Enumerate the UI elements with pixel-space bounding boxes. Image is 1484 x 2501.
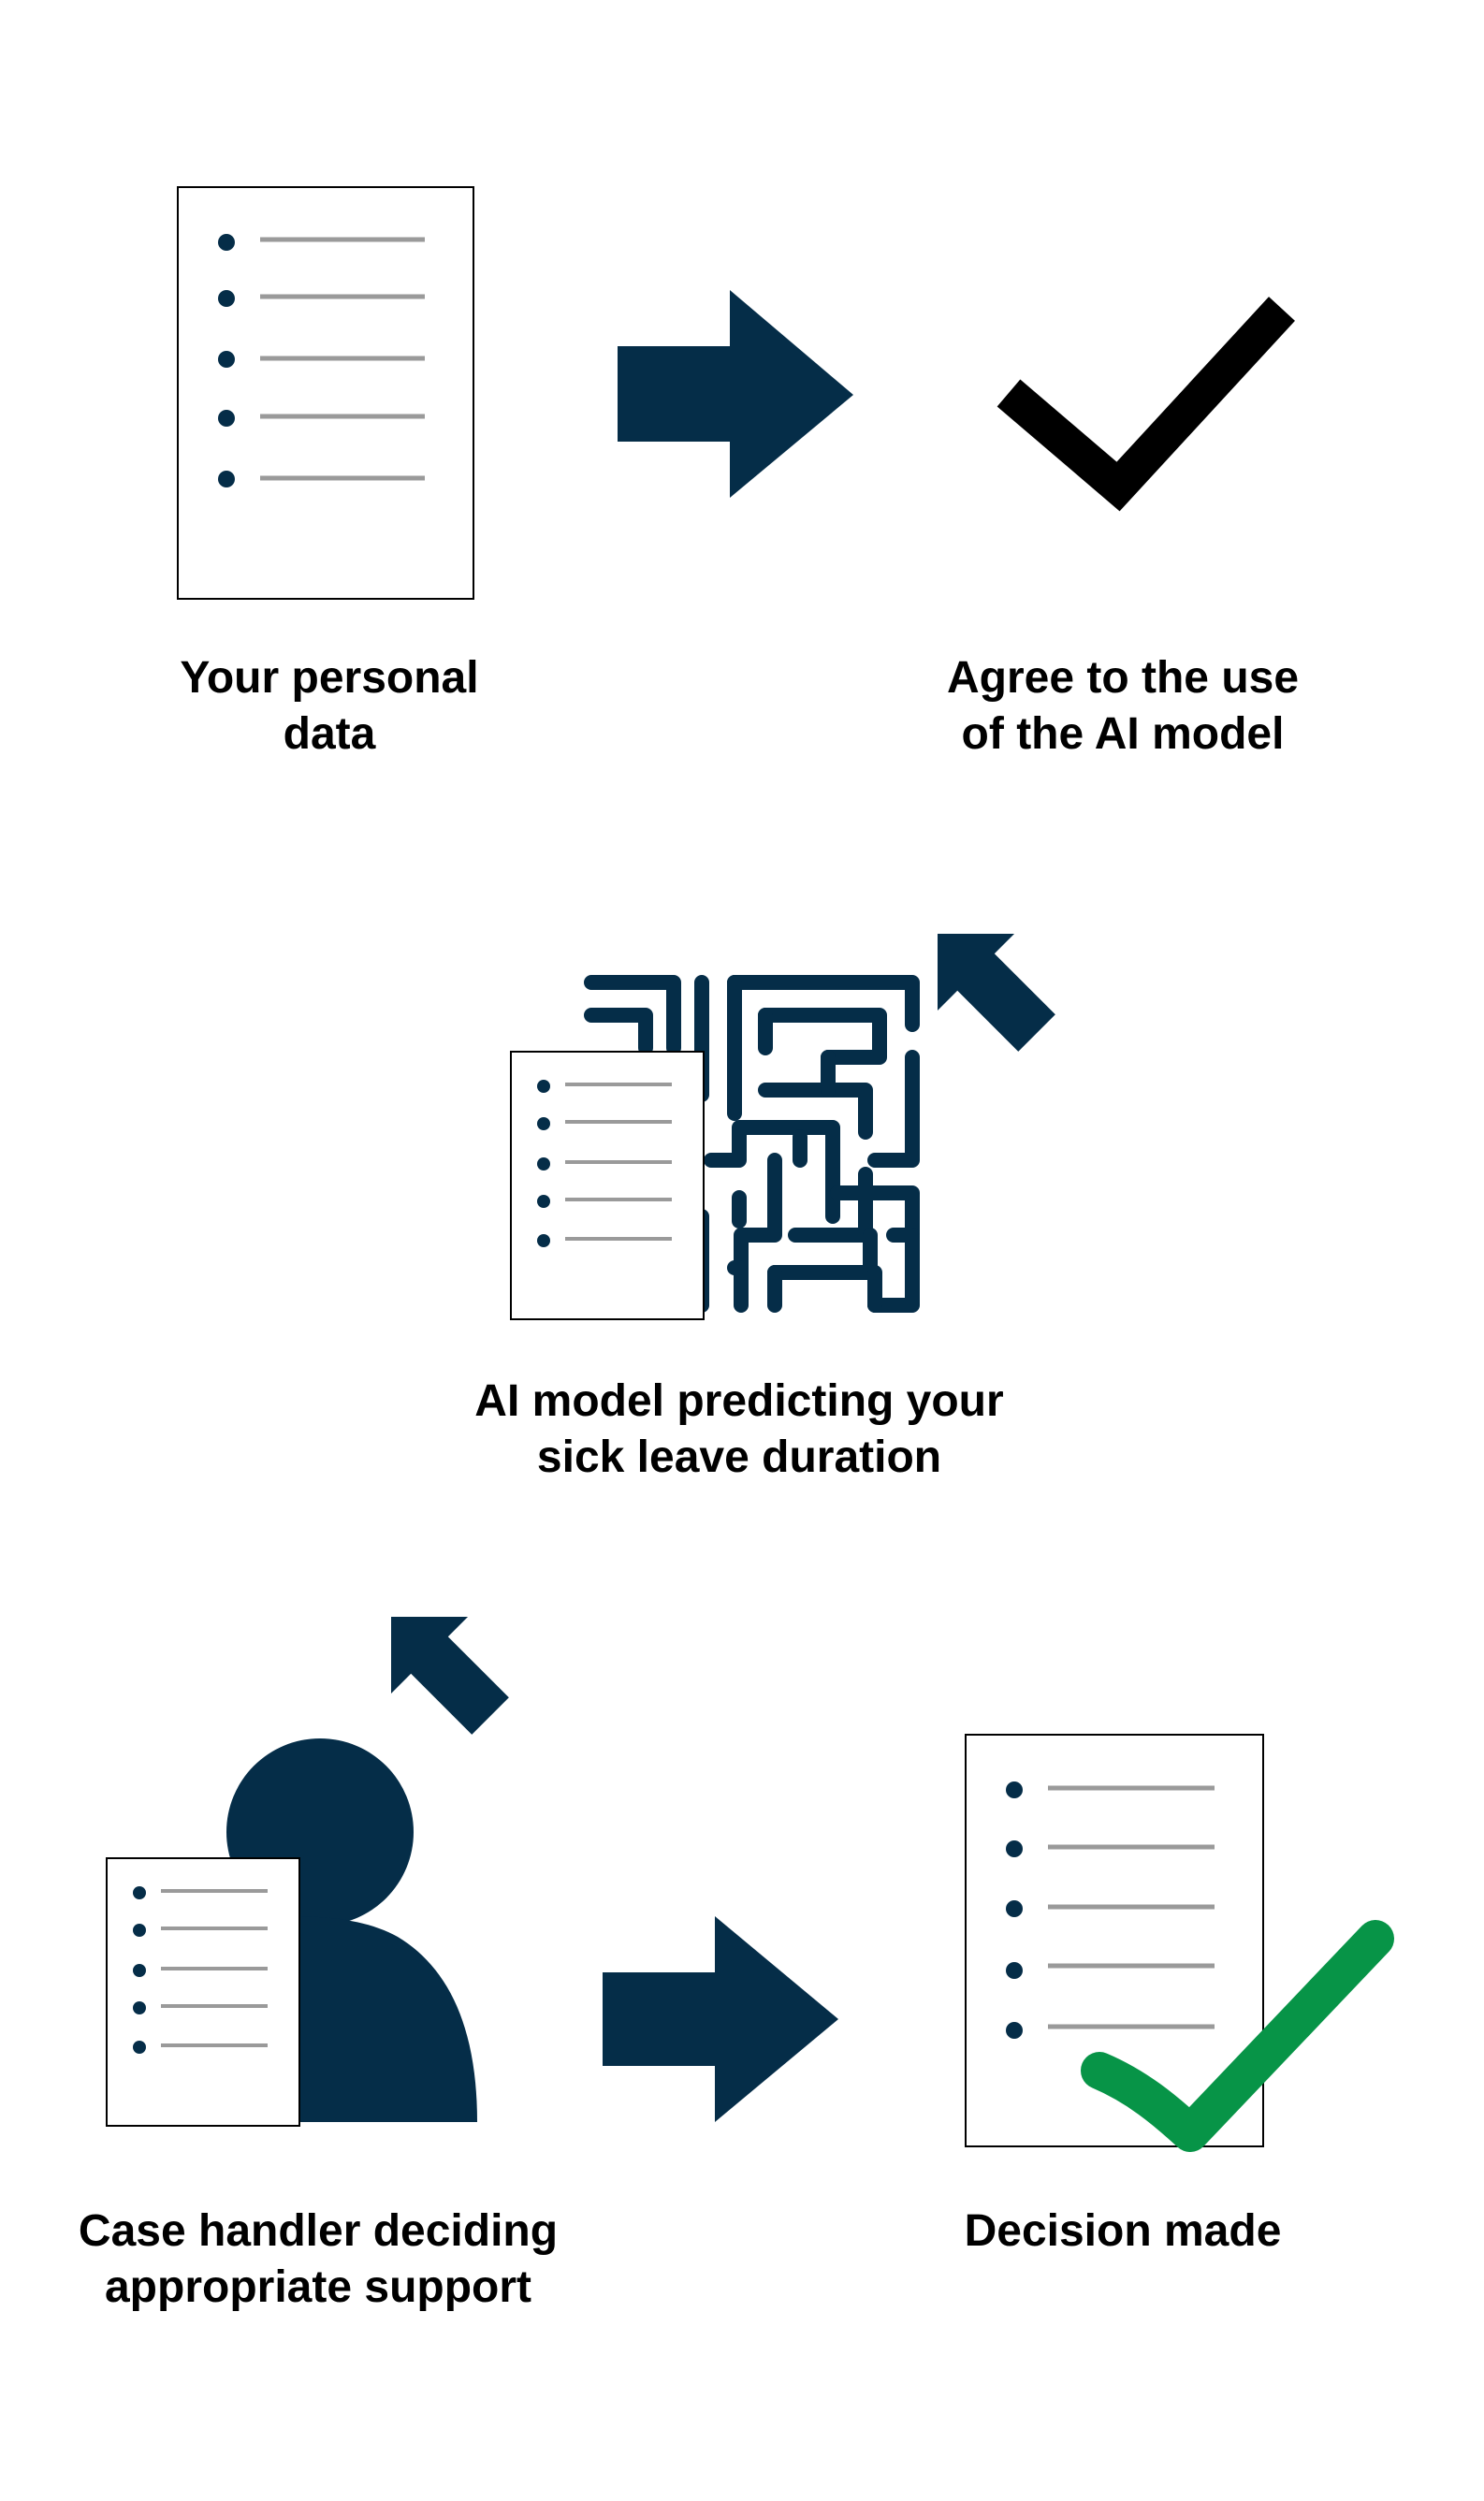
step-label-decision: Decision made bbox=[964, 2206, 1282, 2256]
ai-model-document-icon bbox=[510, 1051, 705, 1320]
step-label-ai-model: AI model predicting your sick leave dura… bbox=[474, 1376, 1004, 1482]
step-label-case-handler: Case handler deciding appropriate suppor… bbox=[78, 2206, 559, 2312]
arrow-right-icon bbox=[618, 290, 853, 498]
step-label-personal-data: Your personal data bbox=[180, 653, 479, 759]
arrow-down-left-icon bbox=[938, 934, 1055, 1052]
step-label-agree: Agree to the use of the AI model bbox=[946, 653, 1300, 759]
case-handler-document-icon bbox=[106, 1857, 300, 2127]
arrow-down-left-icon bbox=[391, 1617, 509, 1735]
process-diagram bbox=[106, 186, 1394, 2152]
personal-data-document-icon bbox=[177, 186, 474, 600]
arrow-right-icon bbox=[603, 1916, 838, 2122]
checkmark-icon bbox=[997, 297, 1295, 512]
